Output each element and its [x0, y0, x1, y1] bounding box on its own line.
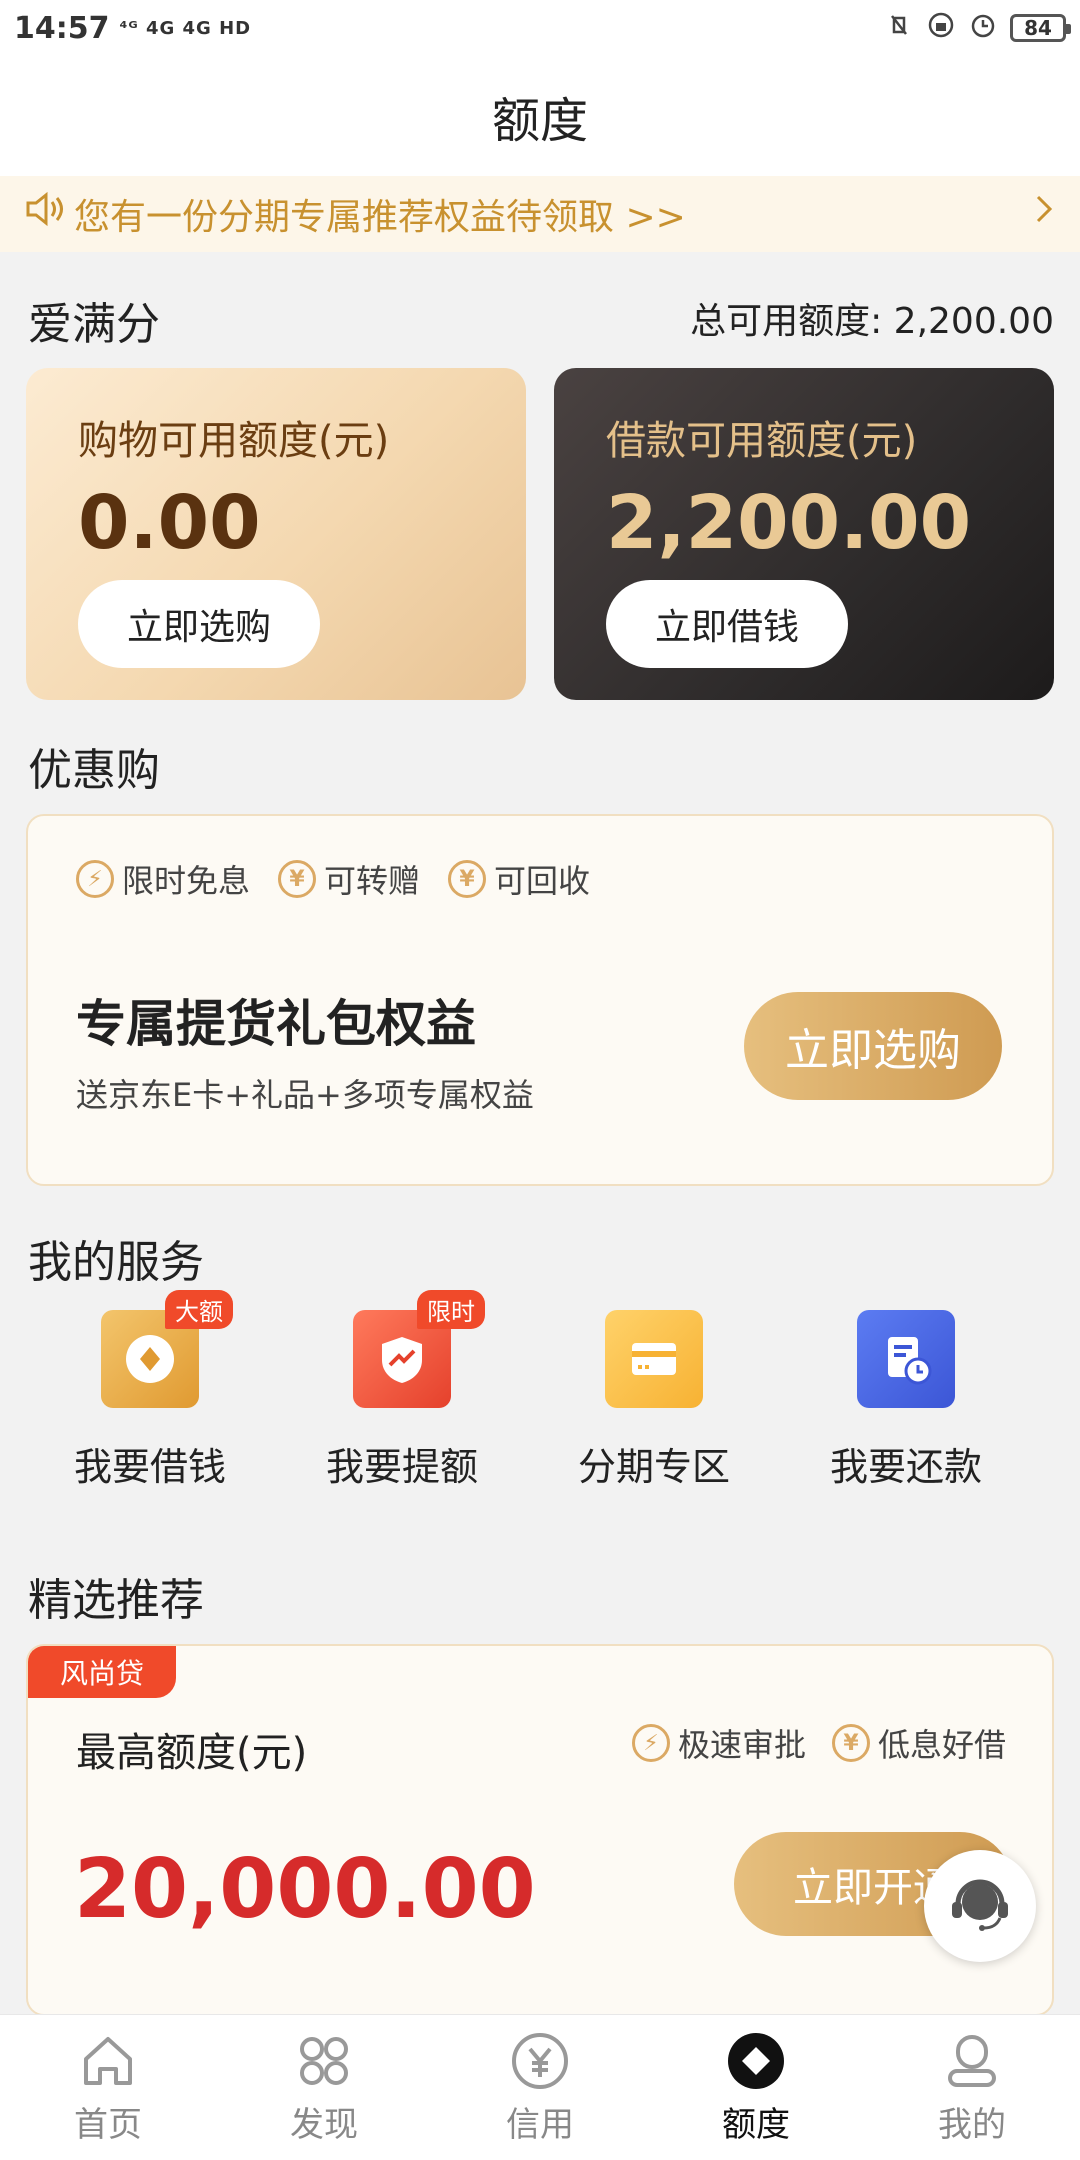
recommend-tag: ⚡ 极速审批 [631, 1720, 806, 1766]
user-icon [940, 2029, 1004, 2093]
tab-label: 发现 [290, 2105, 358, 2145]
yen-icon: ¥ [831, 1724, 870, 1762]
loan-credit-card[interactable]: 借款可用额度(元) 2,200.00 立即借钱 [554, 368, 1054, 700]
battery-icon: 84 [1010, 14, 1071, 42]
notice-bar[interactable]: 您有一份分期专属推荐权益待领取 >> [0, 176, 1080, 252]
recommend-tag: ¥ 低息好借 [831, 1720, 1006, 1766]
tab-label: 信用 [506, 2105, 574, 2145]
page-title: 额度 [491, 93, 588, 149]
shopping-credit-amount: 0.00 [78, 480, 261, 566]
service-label: 分期专区 [577, 1445, 730, 1489]
borrow-now-button[interactable]: 立即借钱 [606, 580, 848, 668]
alarm-icon [968, 10, 998, 47]
network-indicator: ⁴ᴳ 4G 4G HD [119, 17, 252, 39]
recommend-tag-label: 低息好借 [877, 1726, 1006, 1764]
yen-circle-icon [508, 2029, 572, 2093]
tab-discover[interactable]: 发现 [216, 2015, 432, 2160]
card-icon [605, 1310, 703, 1408]
notice-text: 您有一份分期专属推荐权益待领取 >> [74, 197, 686, 238]
max-credit-label: 最高额度(元) [76, 1730, 308, 1776]
shield-trend-icon: 限时 [353, 1290, 485, 1408]
vibrate-off-icon [884, 10, 914, 47]
credit-section-title: 爱满分 [28, 299, 160, 350]
promo-section-title: 优惠购 [28, 745, 160, 796]
service-badge: 限时 [417, 1290, 485, 1329]
service-label: 我要借钱 [73, 1445, 226, 1489]
headset-icon [940, 1864, 1020, 1948]
page-header: 额度 [0, 56, 1080, 176]
tab-label: 额度 [722, 2105, 790, 2145]
speaker-icon [24, 189, 68, 239]
service-installment[interactable]: 分期专区 [528, 1310, 780, 1510]
loan-credit-amount: 2,200.00 [606, 480, 972, 566]
lightning-icon: ⚡ [76, 860, 114, 898]
loan-credit-label: 借款可用额度(元) [606, 418, 918, 464]
services-section-title: 我的服务 [28, 1237, 204, 1288]
total-credit: 总可用额度: 2,200.00 [690, 301, 1054, 342]
status-right: 84 [884, 10, 1071, 47]
shopping-credit-card[interactable]: 购物可用额度(元) 0.00 立即选购 [26, 368, 526, 700]
bottom-tab-bar: 首页 发现 信用 额度 我的 [0, 2014, 1080, 2160]
promo-tag-label: 可回收 [494, 862, 591, 900]
recommend-card[interactable]: 风尚贷 最高额度(元) ⚡ 极速审批 ¥ 低息好借 20,000.00 立即开通 [26, 1644, 1054, 2016]
lightning-icon: ⚡ [631, 1724, 670, 1762]
service-raise-limit[interactable]: 限时 我要提额 [276, 1290, 528, 1510]
promo-tags: ⚡ 限时免息 ¥ 可转赠 ¥ 可回收 [76, 856, 590, 902]
lock-rotation-icon [926, 10, 956, 47]
tab-mine[interactable]: 我的 [864, 2015, 1080, 2160]
recommend-section-title: 精选推荐 [28, 1575, 204, 1626]
status-left: 14:57 ⁴ᴳ 4G 4G HD [14, 11, 251, 46]
home-icon [76, 2029, 140, 2093]
promo-shop-button[interactable]: 立即选购 [744, 992, 1002, 1100]
borrow-icon: 大额 [101, 1290, 233, 1408]
service-repay[interactable]: 我要还款 [780, 1310, 1032, 1510]
tab-home[interactable]: 首页 [0, 2015, 216, 2160]
tab-credit[interactable]: 信用 [432, 2015, 648, 2160]
services-grid: 大额 我要借钱 限时 我要提额 分期专区 我要还款 [0, 1290, 1080, 1510]
max-credit-amount: 20,000.00 [74, 1842, 536, 1937]
yen-icon: ¥ [448, 860, 487, 898]
status-bar: 14:57 ⁴ᴳ 4G 4G HD 84 [0, 0, 1080, 56]
service-label: 我要还款 [829, 1445, 982, 1489]
service-borrow[interactable]: 大额 我要借钱 [24, 1290, 276, 1510]
shop-now-button[interactable]: 立即选购 [78, 580, 320, 668]
diamond-circle-icon [724, 2029, 788, 2093]
promo-tag: ⚡ 限时免息 [76, 856, 250, 902]
customer-service-button[interactable] [924, 1850, 1036, 1962]
promo-tag-label: 限时免息 [122, 862, 251, 900]
service-label: 我要提额 [325, 1445, 478, 1489]
status-time: 14:57 [14, 10, 110, 46]
recommend-tag-label: 极速审批 [677, 1726, 806, 1764]
promo-tag-label: 可转赠 [324, 862, 421, 900]
recommend-tags: ⚡ 极速审批 ¥ 低息好借 [631, 1720, 1006, 1766]
service-badge: 大额 [165, 1290, 233, 1329]
tab-label: 首页 [74, 2105, 142, 2145]
promo-subtitle: 送京东E卡+礼品+多项专属权益 [76, 1076, 534, 1114]
tab-label: 我的 [938, 2105, 1006, 2145]
grid-icon [292, 2029, 356, 2093]
yen-icon: ¥ [278, 860, 317, 898]
shopping-credit-label: 购物可用额度(元) [78, 418, 390, 464]
promo-tag: ¥ 可转赠 [278, 856, 420, 902]
product-ribbon: 风尚贷 [28, 1646, 176, 1698]
promo-card[interactable]: ⚡ 限时免息 ¥ 可转赠 ¥ 可回收 专属提货礼包权益 送京东E卡+礼品+多项专… [26, 814, 1054, 1186]
chevron-right-icon [1032, 189, 1056, 239]
promo-title: 专属提货礼包权益 [76, 995, 476, 1053]
promo-tag: ¥ 可回收 [448, 856, 590, 902]
tab-limit[interactable]: 额度 [648, 2015, 864, 2160]
bill-clock-icon [857, 1310, 955, 1408]
